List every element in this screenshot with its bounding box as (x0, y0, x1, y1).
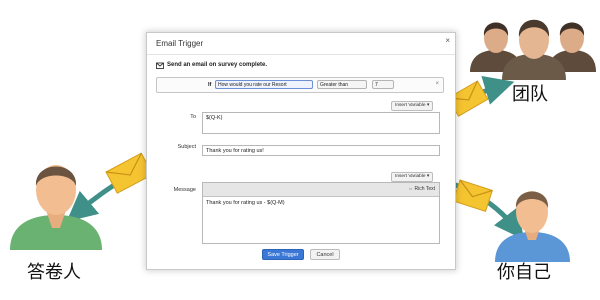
self-label: 你自己 (497, 262, 551, 283)
close-icon[interactable]: × (435, 81, 439, 87)
mail-icon (156, 62, 164, 69)
dialog-subtitle: Send an email on survey complete. (167, 62, 268, 68)
email-trigger-dialog: Email Trigger × Send an email on survey … (146, 32, 456, 270)
insert-variable-to-button[interactable]: Insert Variable ▾ (391, 101, 434, 111)
rich-text-toggle[interactable]: ⇔ Rich Text (408, 186, 435, 192)
question-select[interactable]: How would you rate our Resort (215, 80, 313, 89)
person-icon (502, 19, 566, 80)
value-select[interactable]: 7 (372, 80, 394, 89)
dialog-title: Email Trigger (156, 39, 204, 48)
save-trigger-button[interactable]: Save Trigger (262, 249, 304, 260)
if-label: If (208, 82, 212, 88)
divider (147, 54, 455, 55)
person-icon (470, 22, 522, 72)
subject-field[interactable]: Thank you for rating us! (202, 145, 440, 156)
operator-select[interactable]: Greater than (317, 80, 367, 89)
subject-label: Subject (177, 144, 196, 150)
to-label: To (190, 114, 196, 120)
cancel-button[interactable]: Cancel (310, 249, 340, 260)
stage: Email Trigger × Send an email on survey … (0, 0, 600, 300)
message-body[interactable]: Thank you for rating us - $(Q-M) (203, 197, 439, 209)
team-label: 团队 (512, 84, 548, 105)
close-icon[interactable]: × (445, 36, 450, 45)
insert-variable-message-button[interactable]: Insert Variable ▾ (391, 172, 434, 182)
to-field[interactable]: $(Q-K) (202, 112, 440, 134)
envelope-icon (452, 179, 493, 213)
message-label: Message (173, 187, 196, 193)
message-toolbar: ⇔ Rich Text (203, 183, 439, 197)
respondent-label: 答卷人 (27, 262, 81, 283)
message-editor[interactable]: ⇔ Rich Text Thank you for rating us - $(… (202, 182, 440, 244)
condition-row: If How would you rate our Resort Greater… (156, 77, 444, 93)
person-icon (495, 191, 570, 262)
person-icon (548, 22, 596, 72)
person-icon (10, 165, 102, 250)
